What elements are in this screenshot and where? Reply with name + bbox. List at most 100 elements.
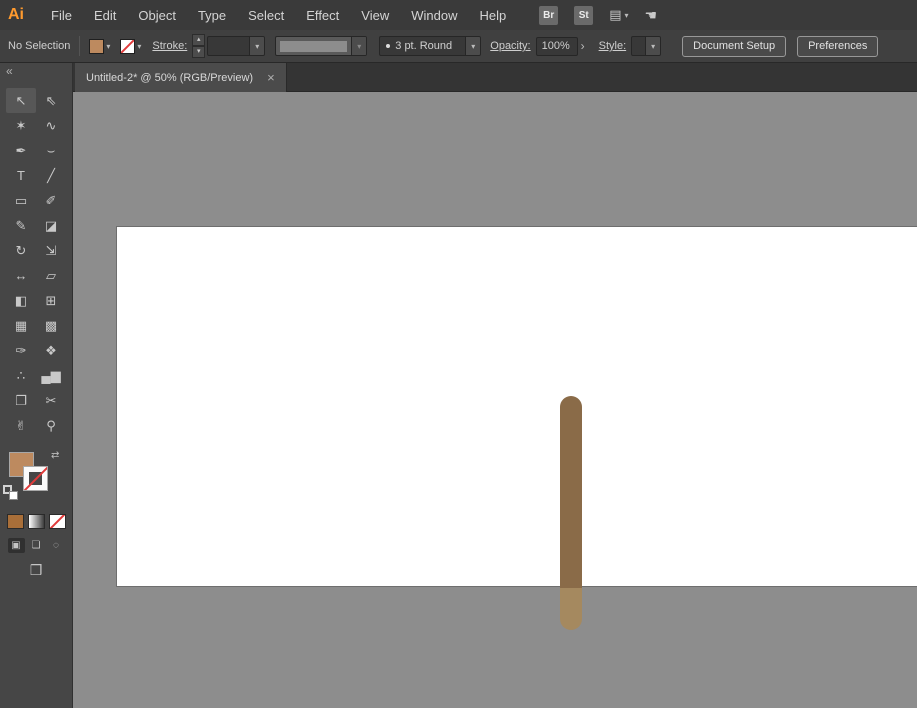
screen-mode-button[interactable]: ❒ (30, 562, 43, 579)
default-fill-stroke-icon[interactable] (3, 485, 18, 500)
column-graph-tool[interactable]: ▄▆ (36, 363, 66, 388)
rotate-tool[interactable]: ↻ (6, 238, 36, 263)
draw-behind-button[interactable]: ❏ (28, 538, 45, 553)
rectangle-tool[interactable]: ▭ (6, 188, 36, 213)
menu-type[interactable]: Type (187, 8, 237, 23)
stepper-up-icon[interactable]: ▴ (192, 34, 205, 46)
menu-file[interactable]: File (40, 8, 83, 23)
perspective-grid-tool[interactable]: ⊞ (36, 288, 66, 313)
document-setup-button[interactable]: Document Setup (682, 36, 786, 57)
width-tool[interactable]: ↔ (6, 263, 36, 288)
fill-color-swatch[interactable] (89, 39, 104, 54)
opacity-chevron-icon[interactable]: › (581, 39, 585, 53)
color-button[interactable] (7, 514, 24, 529)
stock-button[interactable]: St (574, 6, 593, 25)
none-slash-icon (49, 514, 66, 529)
eyedropper-tool[interactable]: ✑ (6, 338, 36, 363)
stepper-down-icon[interactable]: ▾ (192, 46, 205, 58)
brush-definition-combo[interactable]: 3 pt. Round ▾ (379, 36, 481, 56)
stroke-label[interactable]: Stroke: (152, 40, 187, 52)
menu-bar: Ai FileEditObjectTypeSelectEffectViewWin… (0, 0, 917, 30)
line-segment-tool[interactable]: ╱ (36, 163, 66, 188)
menu-effect[interactable]: Effect (295, 8, 350, 23)
gradient-tool[interactable]: ▩ (36, 313, 66, 338)
gesture-hand-icon[interactable]: ☚ (645, 7, 658, 24)
menu-select[interactable]: Select (237, 8, 295, 23)
slice-tool[interactable]: ✂ (36, 388, 66, 413)
menu-window[interactable]: Window (400, 8, 468, 23)
shape-builder-tool[interactable]: ◧ (6, 288, 36, 313)
document-tab-bar: Untitled-2* @ 50% (RGB/Preview) × (73, 63, 917, 92)
opacity-field[interactable]: 100% (536, 37, 578, 56)
chevron-down-icon[interactable]: ▾ (249, 37, 264, 55)
menu-help[interactable]: Help (468, 8, 517, 23)
type-tool[interactable]: T (6, 163, 36, 188)
canvas-area[interactable] (73, 92, 917, 708)
document-tab[interactable]: Untitled-2* @ 50% (RGB/Preview) × (75, 63, 287, 92)
style-combo[interactable]: ▾ (631, 36, 661, 56)
symbol-sprayer-tool[interactable]: ∴ (6, 363, 36, 388)
stroke-indicator[interactable] (23, 466, 48, 491)
screen-mode-row: ❒ (0, 562, 72, 579)
workspace-icon: ▤ (609, 7, 621, 23)
bridge-button[interactable]: Br (539, 6, 558, 25)
illustrator-window: Ai FileEditObjectTypeSelectEffectViewWin… (0, 0, 917, 708)
draw-inside-button[interactable]: ◌ (48, 538, 65, 553)
collapse-panel-icon[interactable]: « (0, 63, 72, 80)
app-logo: Ai (8, 6, 24, 24)
lasso-tool[interactable]: ∿ (36, 113, 66, 138)
stroke-color-swatch[interactable] (120, 39, 135, 54)
workspace-switcher[interactable]: ▤ ▾ (609, 7, 628, 23)
none-slash-icon (120, 39, 135, 54)
hand-tool[interactable]: ✌ (6, 413, 36, 438)
tool-grid: ↖⇖✶∿✒⌣T╱▭✐✎◪↻⇲↔▱◧⊞▦▩✑❖∴▄▆❐✂✌⚲ (0, 88, 72, 438)
magic-wand-tool[interactable]: ✶ (6, 113, 36, 138)
menu-view[interactable]: View (350, 8, 400, 23)
selection-status: No Selection (8, 40, 70, 52)
style-label[interactable]: Style: (599, 40, 627, 52)
divider (79, 36, 80, 56)
draw-mode-row: ▣❏◌ (0, 538, 72, 553)
document-tab-title: Untitled-2* @ 50% (RGB/Preview) (86, 72, 253, 84)
direct-selection-tool[interactable]: ⇖ (36, 88, 66, 113)
shaper-tool[interactable]: ✎ (6, 213, 36, 238)
control-bar: No Selection ▾ ▾ Stroke: ▴ ▾ ▾ ▾ 3 pt. R… (0, 30, 917, 63)
artboard[interactable] (117, 227, 917, 586)
chevron-down-icon: ▾ (351, 37, 366, 55)
scale-tool[interactable]: ⇲ (36, 238, 66, 263)
fill-stroke-indicator: ⇄ (0, 451, 72, 503)
popsicle-stick-shape[interactable] (560, 396, 582, 630)
menu-edit[interactable]: Edit (83, 8, 127, 23)
menubar-icons: Br St ▤ ▾ ☚ (539, 6, 657, 25)
stroke-weight-combo[interactable]: ▾ (207, 36, 265, 56)
free-transform-tool[interactable]: ▱ (36, 263, 66, 288)
curvature-tool[interactable]: ⌣ (36, 138, 66, 163)
tools-panel: « ↖⇖✶∿✒⌣T╱▭✐✎◪↻⇲↔▱◧⊞▦▩✑❖∴▄▆❐✂✌⚲ ⇄ ▣❏◌ ❒ (0, 63, 73, 708)
close-tab-icon[interactable]: × (267, 71, 275, 84)
zoom-tool[interactable]: ⚲ (36, 413, 66, 438)
swap-fill-stroke-icon[interactable]: ⇄ (51, 450, 59, 461)
blend-tool[interactable]: ❖ (36, 338, 66, 363)
preferences-button[interactable]: Preferences (797, 36, 878, 57)
stick-tip (560, 588, 582, 630)
mesh-tool[interactable]: ▦ (6, 313, 36, 338)
width-profile-combo: ▾ (275, 36, 367, 56)
pen-tool[interactable]: ✒ (6, 138, 36, 163)
chevron-down-icon[interactable]: ▾ (465, 37, 480, 55)
stroke-dropdown-icon[interactable]: ▾ (137, 42, 141, 51)
opacity-value: 100% (542, 40, 570, 52)
draw-normal-button[interactable]: ▣ (8, 538, 25, 553)
chevron-down-icon: ▾ (625, 11, 629, 20)
chevron-down-icon[interactable]: ▾ (645, 37, 660, 55)
gradient-button[interactable] (28, 514, 45, 529)
none-button[interactable] (49, 514, 66, 529)
stick-body (560, 396, 582, 588)
paintbrush-tool[interactable]: ✐ (36, 188, 66, 213)
menu-object[interactable]: Object (127, 8, 187, 23)
eraser-tool[interactable]: ◪ (36, 213, 66, 238)
artboard-tool[interactable]: ❐ (6, 388, 36, 413)
fill-dropdown-icon[interactable]: ▾ (106, 42, 110, 51)
selection-tool[interactable]: ↖ (6, 88, 36, 113)
stroke-weight-stepper[interactable]: ▴ ▾ (192, 34, 205, 58)
opacity-label[interactable]: Opacity: (490, 40, 530, 52)
